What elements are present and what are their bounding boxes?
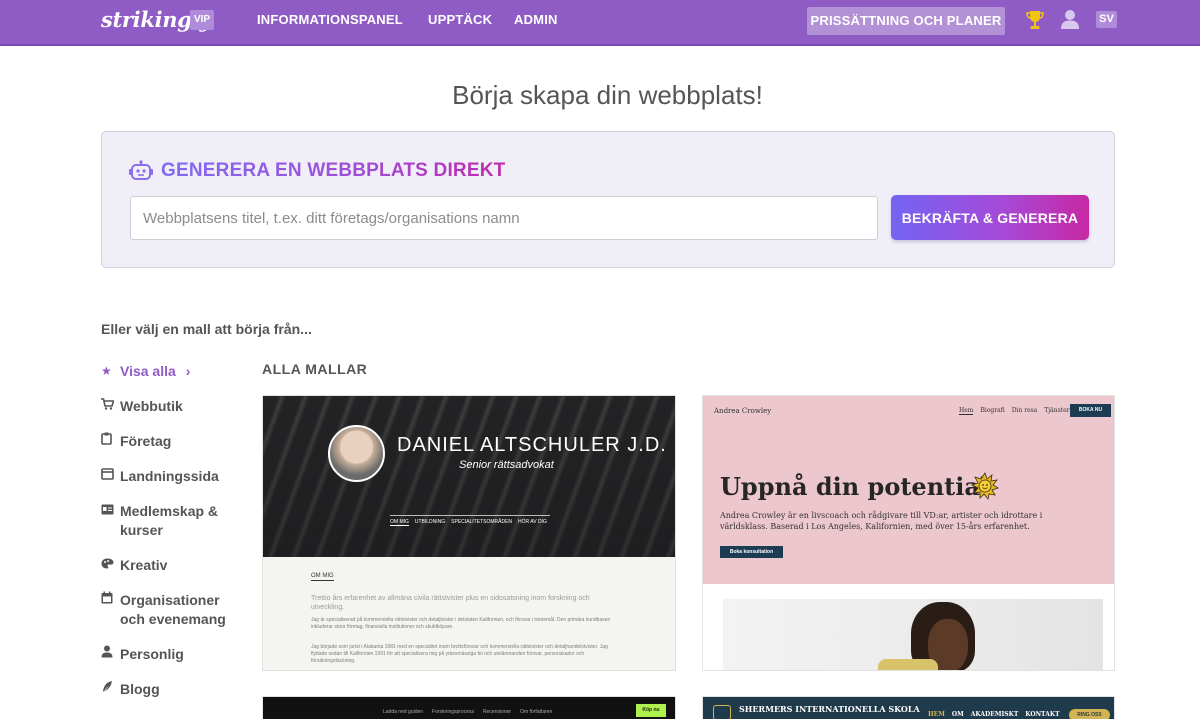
- category-membership-courses[interactable]: Medlemskap & kurser: [101, 502, 245, 540]
- cart-icon: [101, 397, 120, 416]
- template-paragraph: Jag började som jurist i Alabama 1981 me…: [311, 644, 608, 664]
- calendar-icon: [101, 591, 120, 610]
- template-nav: OM MIG UTBILDNING SPECIALITETSOMRÅDEN HÖ…: [390, 515, 550, 526]
- generator-title: GENERERA EN WEBBPLATS DIREKT: [161, 160, 506, 181]
- page-headline: Börja skapa din webbplats!: [452, 80, 763, 110]
- vip-badge: VIP: [190, 10, 214, 30]
- template-nav: Ladda ned guiden Forskningsprocess Recen…: [383, 709, 552, 715]
- template-body: OM MIG Trettio års erfarenhet av allmäna…: [263, 557, 675, 670]
- template-nav-item: HEM: [928, 711, 945, 718]
- template-nav-item: HÖR AV DIG: [518, 519, 547, 525]
- nav-dashboard[interactable]: INFORMATIONSPANEL: [257, 12, 403, 27]
- template-nav-item: Recensioner: [483, 709, 512, 715]
- confirm-generate-button[interactable]: BEKRÄFTA & GENERERA: [891, 195, 1089, 240]
- sun-icon: [971, 472, 999, 500]
- category-label: Personlig: [120, 646, 184, 662]
- template-subtitle: Senior rättsadvokat: [459, 459, 554, 471]
- category-label: Visa alla: [120, 363, 176, 379]
- crest-icon: [713, 705, 731, 719]
- nav-discover[interactable]: UPPTÄCK: [428, 12, 492, 27]
- id-card-icon: [101, 502, 120, 521]
- category-organizations-events[interactable]: Organisationer och evenemang: [101, 591, 245, 629]
- feather-icon: [101, 680, 120, 699]
- category-label: Företag: [120, 433, 172, 449]
- template-hero: Andrea Crowley Hem Biografi Din resa Tjä…: [703, 396, 1114, 584]
- template-paragraph: Trettio års erfarenhet av allmäna civila…: [311, 595, 590, 611]
- category-show-all[interactable]: ★ Visa alla ›: [101, 362, 245, 381]
- template-hero: [263, 396, 675, 557]
- user-icon[interactable]: [1059, 8, 1081, 30]
- category-label: Blogg: [120, 681, 160, 697]
- trophy-icon[interactable]: [1025, 9, 1045, 31]
- template-section-heading: OM MIG: [311, 573, 334, 581]
- template-nav-item: OM: [951, 711, 964, 718]
- template-buy-button: Köp nu: [636, 704, 666, 717]
- site-title-input[interactable]: [130, 196, 878, 240]
- palette-icon: [101, 556, 120, 575]
- template-nav-item: KONTAKT: [1025, 711, 1060, 718]
- template-name: SHERMERS INTERNATIONELLA SKOLA: [739, 704, 920, 714]
- template-paragraph: Andrea Crowley är en livscoach och rådgi…: [720, 511, 1043, 531]
- star-icon: ★: [101, 364, 112, 378]
- top-navigation-bar: strikingly VIP INFORMATIONSPANEL UPPTÄCK…: [0, 0, 1200, 46]
- all-templates-heading: ALLA MALLAR: [262, 361, 368, 377]
- template-nav-item: UTBILDNING: [414, 519, 446, 525]
- template-logo: Andrea Crowley: [714, 407, 772, 415]
- language-selector[interactable]: SV: [1096, 11, 1117, 28]
- clipboard-icon: [101, 432, 120, 451]
- category-landing-page[interactable]: Landningssida: [101, 467, 245, 486]
- category-label: Webbutik: [120, 398, 183, 414]
- category-business[interactable]: Företag: [101, 432, 245, 451]
- category-label: Kreativ: [120, 557, 168, 573]
- category-personal[interactable]: Personlig: [101, 645, 245, 664]
- person-icon: [101, 645, 120, 664]
- template-nav-item: Tjänster: [1044, 407, 1070, 414]
- template-nav: Hem Biografi Din resa Tjänster: [959, 407, 1070, 415]
- template-nav-item: AKADEMISKT: [970, 711, 1019, 718]
- category-label: Landningssida: [120, 468, 219, 484]
- template-nav-item: OM MIG: [390, 519, 409, 526]
- chevron-right-icon: ›: [185, 363, 191, 379]
- template-book-button: BOKA NU: [1070, 404, 1111, 417]
- ai-generator-panel: GENERERA EN WEBBPLATS DIREKT BEKRÄFTA & …: [101, 131, 1115, 268]
- avatar: [328, 425, 385, 482]
- template-heading: Uppnå din potential: [720, 472, 990, 501]
- template-nav: HEM OM AKADEMISKT KONTAKT: [928, 711, 1060, 718]
- template-nav-item: Hem: [959, 407, 974, 415]
- template-card-lawyer[interactable]: DANIEL ALTSCHULER J.D. Senior rättsadvok…: [262, 395, 676, 671]
- template-call-button: RING OSS: [1069, 709, 1110, 719]
- template-card-life-coach[interactable]: Andrea Crowley Hem Biografi Din resa Tjä…: [702, 395, 1115, 671]
- template-paragraph: Jag är specialiserad på kommersiella rät…: [311, 617, 611, 630]
- template-nav-item: SPECIALITETSOMRÅDEN: [451, 519, 513, 525]
- nav-admin[interactable]: ADMIN: [514, 12, 558, 27]
- template-photo: [723, 599, 1103, 670]
- category-creative[interactable]: Kreativ: [101, 556, 245, 575]
- template-nav-item: Biografi: [980, 407, 1005, 414]
- template-nav-item: Din resa: [1011, 407, 1038, 414]
- template-nav-item: Ladda ned guiden: [383, 709, 424, 715]
- robot-icon: [129, 160, 153, 180]
- pricing-plans-button[interactable]: PRISSÄTTNING OCH PLANER: [807, 7, 1005, 35]
- browser-window-icon: [101, 467, 120, 486]
- template-name: DANIEL ALTSCHULER J.D.: [397, 434, 667, 456]
- category-blog[interactable]: Blogg: [101, 680, 245, 699]
- templates-intro: Eller välj en mall att börja från...: [101, 321, 312, 337]
- template-nav-item: Forskningsprocess: [432, 709, 475, 715]
- category-label: Organisationer och evenemang: [120, 592, 226, 627]
- template-cta: Boka konsultation: [720, 546, 783, 558]
- template-card-author[interactable]: Ladda ned guiden Forskningsprocess Recen…: [262, 696, 676, 719]
- template-card-school[interactable]: SHERMERS INTERNATIONELLA SKOLA HEM OM AK…: [702, 696, 1115, 719]
- category-label: Medlemskap & kurser: [120, 503, 219, 538]
- category-webshop[interactable]: Webbutik: [101, 397, 245, 416]
- template-nav-item: Om författaren: [520, 709, 553, 715]
